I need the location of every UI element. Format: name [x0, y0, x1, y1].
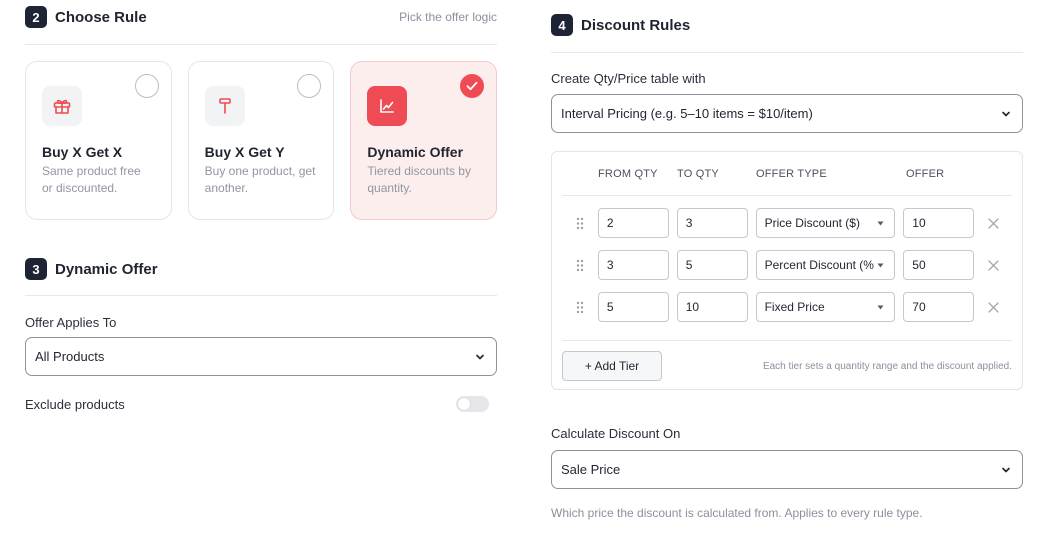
col-offer-type: OFFER TYPE	[756, 167, 827, 180]
divider	[25, 295, 497, 296]
step-badge: 4	[551, 14, 573, 36]
exclude-products-row: Exclude products	[25, 396, 497, 412]
divider	[25, 44, 497, 45]
col-offer: OFFER	[906, 167, 945, 180]
offer-type-value: Price Discount ($)	[764, 216, 860, 230]
card-title: Dynamic Offer	[367, 144, 464, 160]
caret-down-icon	[877, 263, 884, 268]
choose-rule-hint: Pick the offer logic	[399, 10, 497, 24]
calc-discount-value: Sale Price	[561, 462, 621, 477]
offer-applies-label: Offer Applies To	[25, 315, 117, 330]
from-qty-input[interactable]: 3	[597, 250, 669, 280]
calc-discount-select[interactable]: Sale Price	[551, 450, 1023, 489]
step-badge: 3	[25, 258, 47, 280]
offer-input[interactable]: 50	[903, 250, 975, 280]
step-badge: 2	[25, 6, 47, 28]
offer-applies-value: All Products	[35, 349, 105, 364]
offer-input[interactable]: 10	[903, 208, 975, 238]
chevron-down-icon	[1002, 467, 1010, 473]
tier-table-footer: + Add Tier Each tier sets a quantity ran…	[562, 340, 1012, 381]
radio-button[interactable]	[297, 74, 322, 98]
drag-handle-icon[interactable]	[562, 259, 598, 272]
tier-table: FROM QTY TO QTY OFFER TYPE OFFER 2 3 Pri…	[551, 151, 1023, 390]
caret-down-icon	[877, 221, 884, 226]
drag-handle-icon[interactable]	[562, 217, 598, 230]
hammer-icon	[204, 86, 245, 126]
discount-rules-title: Discount Rules	[581, 16, 691, 34]
pricing-mode-value: Interval Pricing (e.g. 5–10 items = $10/…	[561, 106, 813, 121]
check-icon	[466, 81, 478, 91]
exclude-products-label: Exclude products	[25, 396, 125, 412]
offer-type-value: Percent Discount (%	[764, 258, 874, 272]
choose-rule-header: 2 Choose Rule Pick the offer logic	[25, 0, 497, 34]
radio-button[interactable]	[134, 74, 159, 98]
tier-row: 5 10 Fixed Price 70	[562, 292, 1012, 322]
card-title: Buy X Get X	[42, 144, 123, 160]
discount-rules-header: 4 Discount Rules	[551, 8, 1023, 42]
tier-note: Each tier sets a quantity range and the …	[762, 360, 1012, 372]
tier-table-header: FROM QTY TO QTY OFFER TYPE OFFER	[562, 152, 1012, 196]
offer-type-value: Fixed Price	[764, 300, 825, 314]
right-column: 4 Discount Rules Create Qty/Price table …	[551, 8, 1023, 520]
rule-card-dynamic-offer[interactable]: Dynamic Offer Tiered discounts by quanti…	[350, 61, 498, 220]
calc-discount-label: Calculate Discount On	[551, 426, 681, 441]
radio-button-checked[interactable]	[460, 74, 485, 98]
remove-tier-icon[interactable]	[974, 259, 1012, 271]
dynamic-offer-header: 3 Dynamic Offer	[25, 252, 497, 286]
add-tier-button[interactable]: + Add Tier	[562, 351, 662, 381]
rule-cards: Buy X Get X Same product free or discoun…	[25, 61, 498, 220]
offer-applies-select[interactable]: All Products	[25, 337, 497, 376]
col-from-qty: FROM QTY	[598, 167, 658, 180]
to-qty-input[interactable]: 3	[676, 208, 748, 238]
card-description: Buy one product, get another.	[204, 164, 316, 195]
chevron-down-icon	[476, 354, 484, 360]
gift-icon	[42, 86, 82, 126]
col-to-qty: TO QTY	[677, 167, 719, 180]
from-qty-input[interactable]: 2	[597, 208, 669, 238]
pricing-mode-select[interactable]: Interval Pricing (e.g. 5–10 items = $10/…	[551, 94, 1023, 133]
offer-type-select[interactable]: Percent Discount (%	[755, 250, 896, 280]
from-qty-input[interactable]: 5	[597, 292, 669, 322]
card-title: Buy X Get Y	[204, 144, 285, 160]
choose-rule-title: Choose Rule	[55, 8, 147, 26]
dynamic-offer-title: Dynamic Offer	[55, 260, 158, 278]
to-qty-input[interactable]: 10	[676, 292, 748, 322]
divider	[551, 52, 1023, 53]
exclude-products-toggle[interactable]	[456, 396, 489, 412]
toggle-knob	[458, 398, 470, 410]
card-description: Same product free or discounted.	[42, 164, 141, 195]
tier-row: 3 5 Percent Discount (% 50	[562, 250, 1012, 280]
tier-row: 2 3 Price Discount ($) 10	[562, 208, 1012, 238]
to-qty-input[interactable]: 5	[676, 250, 748, 280]
offer-type-select[interactable]: Fixed Price	[755, 292, 896, 322]
card-description: Tiered discounts by quantity.	[367, 164, 471, 195]
offer-input[interactable]: 70	[903, 292, 975, 322]
chevron-down-icon	[1002, 111, 1010, 117]
calc-discount-help: Which price the discount is calculated f…	[551, 506, 923, 520]
table-with-label: Create Qty/Price table with	[551, 71, 706, 86]
rule-card-buy-x-get-x[interactable]: Buy X Get X Same product free or discoun…	[25, 61, 172, 220]
caret-down-icon	[877, 305, 884, 310]
remove-tier-icon[interactable]	[974, 301, 1012, 313]
remove-tier-icon[interactable]	[974, 217, 1012, 229]
trend-chart-icon	[367, 86, 408, 126]
drag-handle-icon[interactable]	[562, 301, 598, 314]
left-column: 2 Choose Rule Pick the offer logic Buy X…	[25, 0, 498, 412]
offer-type-select[interactable]: Price Discount ($)	[755, 208, 896, 238]
rule-card-buy-x-get-y[interactable]: Buy X Get Y Buy one product, get another…	[187, 61, 335, 220]
